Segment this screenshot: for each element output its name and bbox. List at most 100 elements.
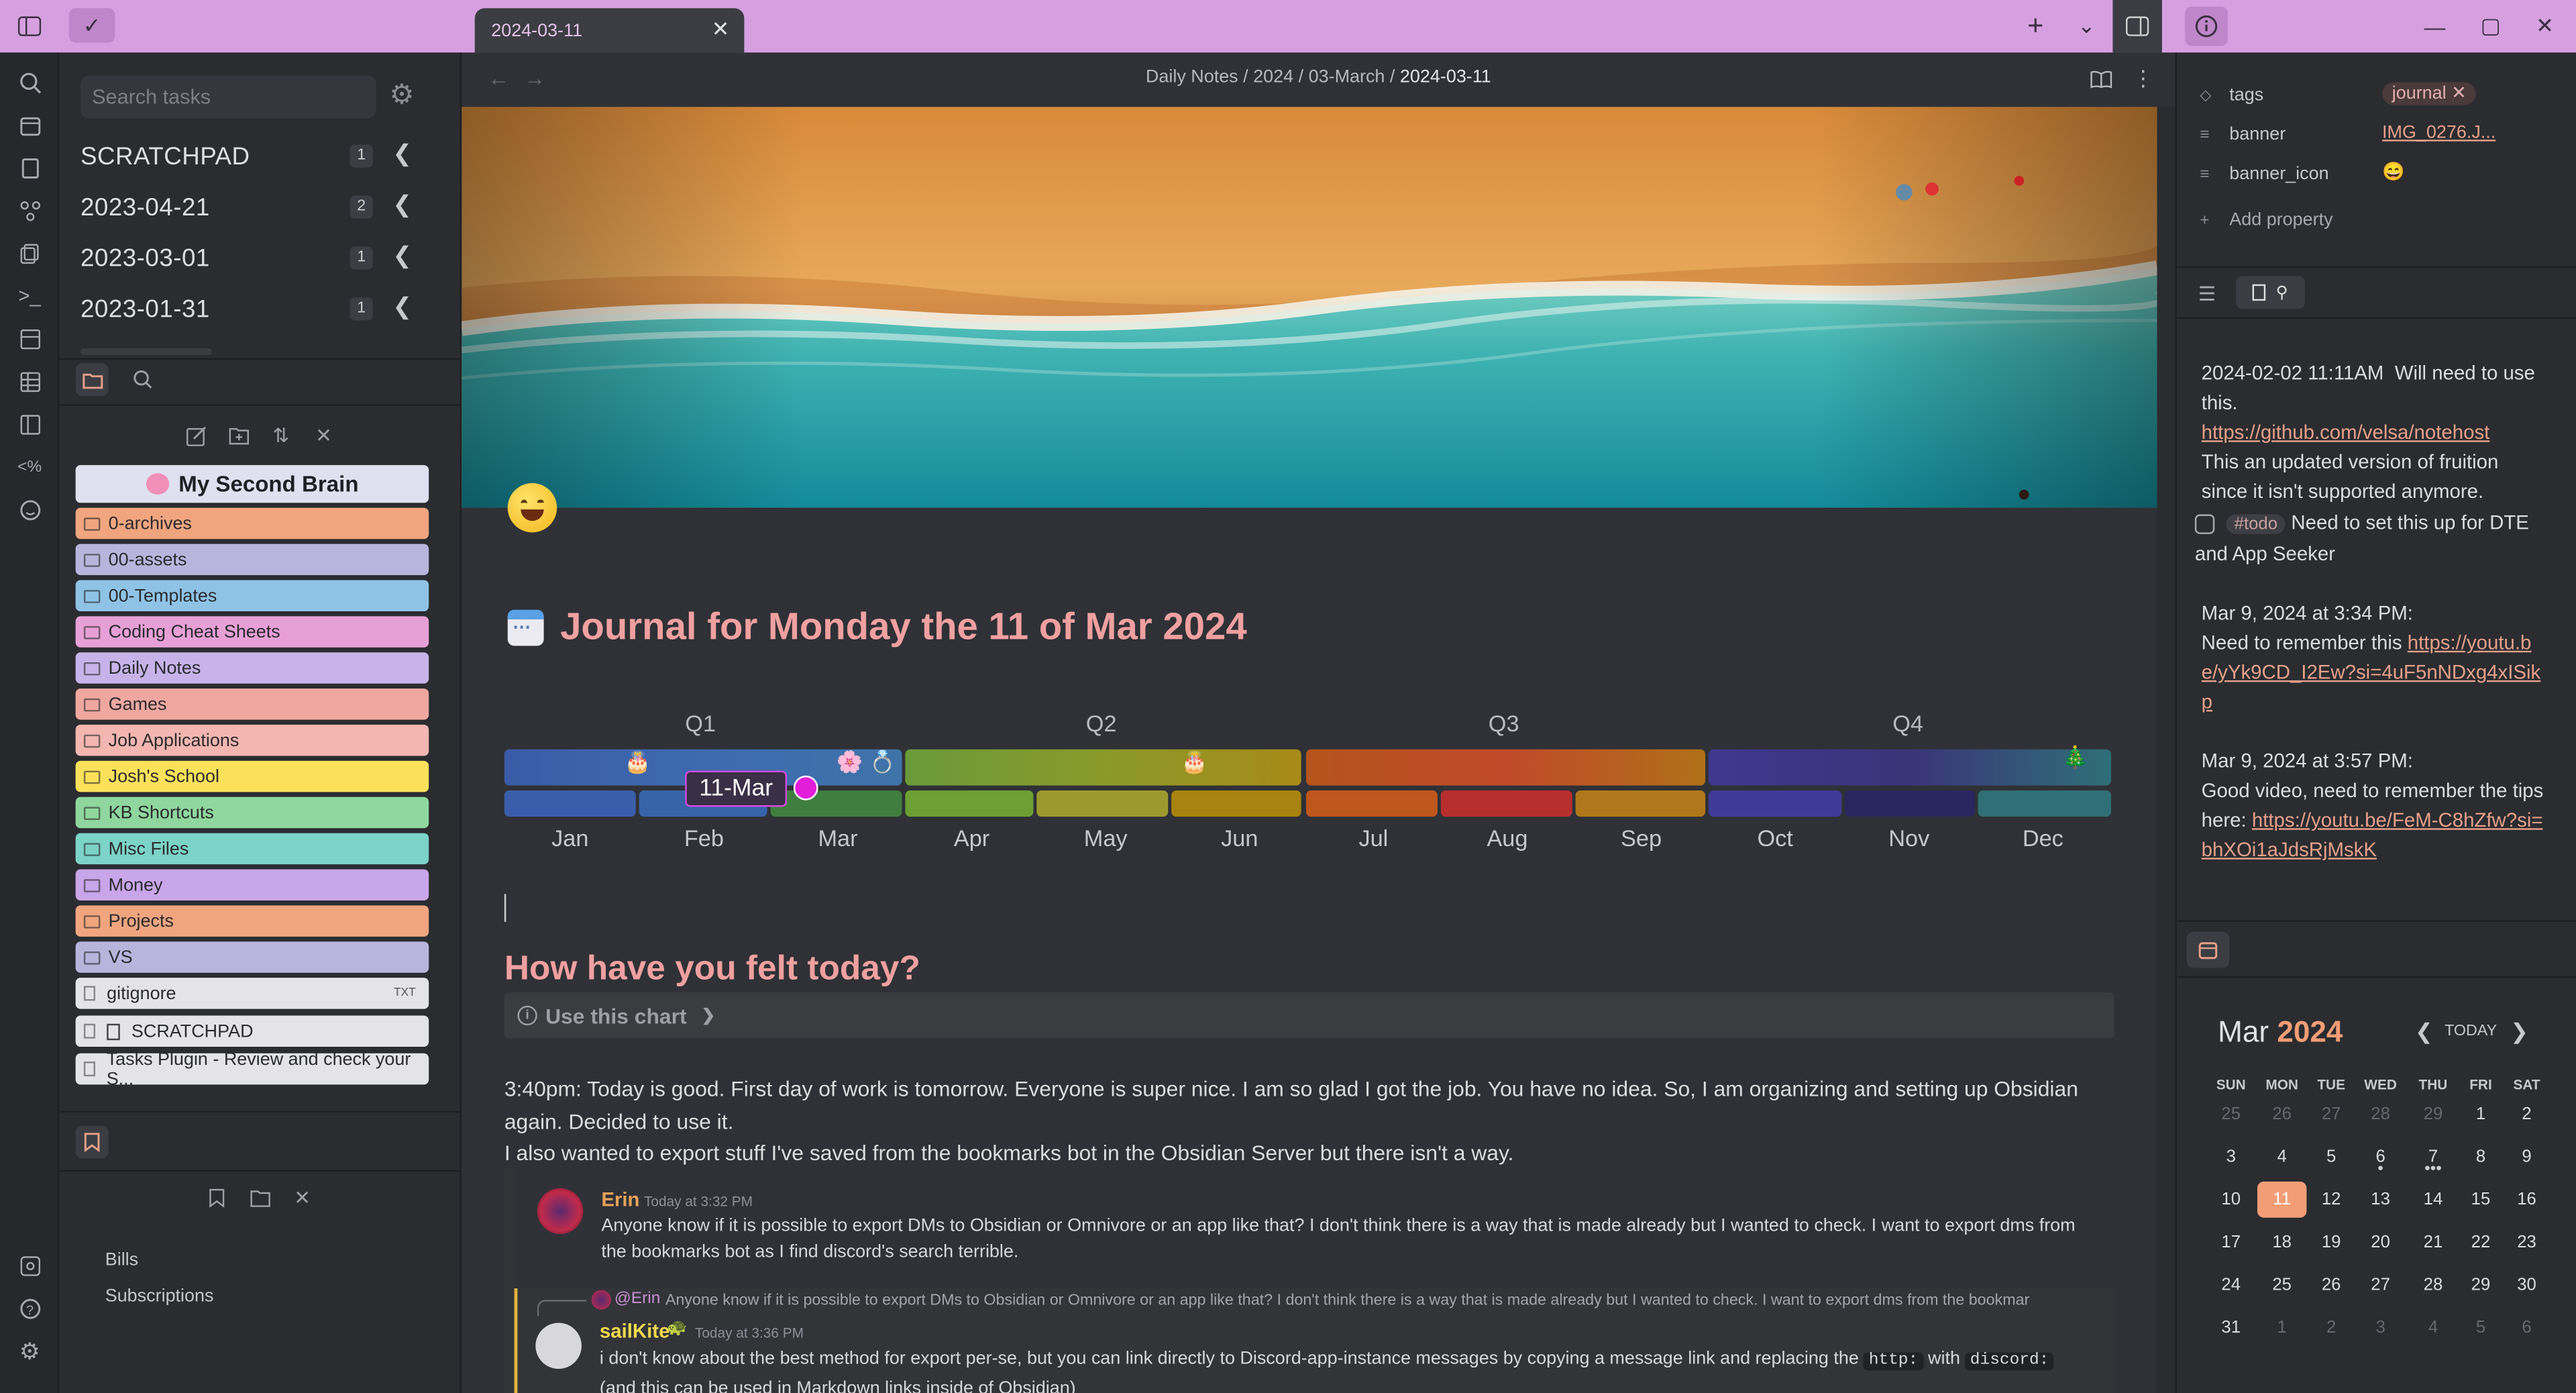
note-link[interactable]: https://youtu.be/FeM-C8hZfw?si=bhXOi1aJd… (2202, 809, 2543, 861)
calendar-day[interactable]: 1 (2456, 1096, 2505, 1132)
property-tags[interactable]: ⬦ tags (2200, 81, 2263, 110)
folder-item[interactable]: Games (75, 688, 429, 720)
calendar-day[interactable]: 23 (2502, 1225, 2551, 1261)
collapse-all-icon[interactable]: ✕ (307, 419, 340, 452)
sidebar-toggle-icon[interactable] (13, 10, 46, 43)
smiley-icon[interactable] (15, 495, 44, 524)
calendar-day[interactable]: 26 (2257, 1096, 2306, 1132)
close-window-icon[interactable]: ✕ (2532, 10, 2558, 43)
tag-pill[interactable]: journal ✕ (2382, 82, 2477, 105)
tab-list-chevron-icon[interactable]: ⌄ (2074, 10, 2100, 43)
task-group-item[interactable]: SCRATCHPAD 1 ❮ (80, 138, 425, 174)
calendar-day[interactable]: 22 (2456, 1225, 2505, 1261)
copy-icon[interactable] (15, 238, 44, 268)
calendar-day[interactable]: 28 (2408, 1267, 2457, 1303)
calendar-day[interactable]: 13 (2356, 1182, 2405, 1218)
task-group-item[interactable]: 2023-04-21 2 ❮ (80, 189, 425, 225)
maximize-icon[interactable]: ▢ (2477, 10, 2504, 43)
calendar-day[interactable]: 2 (2502, 1096, 2551, 1132)
layout-icon[interactable] (15, 323, 44, 353)
graph-view-icon[interactable] (15, 195, 44, 225)
folder-item[interactable]: VS (75, 941, 429, 973)
folder-item[interactable]: Coding Cheat Sheets (75, 616, 429, 648)
calendar-day[interactable]: 12 (2306, 1182, 2355, 1218)
calendar-day[interactable]: 29 (2408, 1096, 2457, 1132)
info-icon[interactable] (2185, 6, 2228, 46)
task-settings-gear-icon[interactable]: ⚙ (389, 79, 414, 112)
folder-item[interactable]: KB Shortcuts (75, 796, 429, 829)
calendar-day[interactable]: 27 (2356, 1267, 2405, 1303)
task-group-item[interactable]: 2023-01-31 1 ❮ (80, 291, 425, 327)
calendar-day[interactable]: 3 (2356, 1310, 2405, 1346)
help-icon[interactable]: ? (15, 1293, 44, 1323)
calendar-day[interactable]: 6 (2502, 1310, 2551, 1346)
bookmark-item[interactable]: Subscriptions (105, 1287, 214, 1306)
bookmarks-tab-icon[interactable] (75, 1125, 109, 1159)
terminal-icon[interactable]: >_ (15, 281, 44, 311)
property-value[interactable]: journal ✕ (2382, 82, 2477, 105)
search-tab-icon[interactable] (127, 363, 160, 396)
calendar-day[interactable]: 27 (2306, 1096, 2355, 1132)
sort-icon[interactable]: ⇅ (264, 419, 297, 452)
folder-item[interactable]: Daily Notes (75, 652, 429, 684)
calendar-day[interactable]: 9 (2502, 1139, 2551, 1175)
calendar-day[interactable]: 25 (2206, 1096, 2255, 1132)
tab-close-icon[interactable]: ✕ (712, 16, 730, 42)
task-group-item[interactable]: 2023-03-01 1 ❮ (80, 240, 425, 276)
folder-item[interactable]: Josh's School (75, 760, 429, 792)
file-item[interactable]: SCRATCHPAD (75, 1015, 429, 1047)
property-value-link[interactable]: IMG_0276.J... (2382, 123, 2496, 143)
file-explorer-tab-icon[interactable] (75, 363, 109, 397)
open-quick-switcher-icon[interactable] (15, 153, 44, 183)
new-bookmark-group-icon[interactable] (243, 1182, 276, 1215)
reading-view-icon[interactable] (2090, 67, 2112, 97)
chevron-left-icon[interactable]: ❮ (2415, 1019, 2433, 1045)
calendar-day[interactable]: 17 (2206, 1225, 2255, 1261)
task-search-input[interactable]: Search tasks (80, 75, 376, 119)
today-button[interactable]: TODAY (2445, 1022, 2497, 1040)
calendar-day[interactable]: 19 (2306, 1225, 2355, 1261)
breadcrumb-part[interactable]: Daily Notes (1146, 67, 1238, 87)
folder-item[interactable]: 00-assets (75, 544, 429, 576)
folder-item[interactable]: Money (75, 869, 429, 901)
calendar-day[interactable]: 20 (2356, 1225, 2405, 1261)
calendar-day[interactable]: 14 (2408, 1182, 2457, 1218)
calendar-tab-icon[interactable] (2186, 931, 2230, 968)
calendar-day[interactable]: 29 (2456, 1267, 2505, 1303)
calendar-icon[interactable] (15, 110, 44, 140)
calendar-day[interactable]: 5 (2306, 1139, 2355, 1175)
calendar-day[interactable]: 18 (2257, 1225, 2306, 1261)
new-note-icon[interactable] (179, 419, 212, 452)
folder-item[interactable]: Projects (75, 905, 429, 937)
folder-item[interactable]: 00-Templates (75, 580, 429, 612)
editor-scrollbar[interactable] (2157, 107, 2176, 1393)
folder-item[interactable]: Misc Files (75, 833, 429, 865)
search-icon[interactable] (15, 67, 44, 97)
bookmark-add-icon[interactable] (201, 1182, 233, 1215)
chevron-left-icon[interactable]: ❮ (392, 293, 412, 321)
settings-gear-icon[interactable]: ⚙ (15, 1336, 44, 1365)
calendar-day[interactable]: 4 (2257, 1139, 2306, 1175)
breadcrumb-part[interactable]: 2024 (1253, 67, 1293, 87)
calendar-day[interactable]: 21 (2408, 1225, 2457, 1261)
outline-list-icon[interactable]: ☰ (2198, 282, 2216, 305)
calendar-day[interactable]: 16 (2502, 1182, 2551, 1218)
callout-use-chart[interactable]: i Use this chart ❯ (504, 992, 2114, 1039)
calendar-day[interactable]: 1 (2257, 1310, 2306, 1346)
add-property-button[interactable]: + Add property (2200, 205, 2332, 235)
property-banner[interactable]: ≡ banner (2200, 120, 2286, 150)
calendar-day[interactable]: 28 (2356, 1096, 2405, 1132)
property-value[interactable]: 😄 (2382, 161, 2405, 182)
remove-tag-icon[interactable]: ✕ (2451, 84, 2467, 103)
file-item[interactable]: gitignore TXT (75, 978, 429, 1009)
new-tab-icon[interactable]: + (2021, 10, 2050, 43)
percent-icon[interactable]: <% (15, 452, 44, 481)
table-icon[interactable] (15, 366, 44, 396)
new-folder-icon[interactable] (222, 419, 255, 452)
folder-item[interactable]: Job Applications (75, 725, 429, 756)
file-item[interactable]: Tasks Plugin - Review and check your S..… (75, 1049, 429, 1088)
calendar-day[interactable]: 2 (2306, 1310, 2355, 1346)
chevron-left-icon[interactable]: ❮ (392, 242, 412, 270)
calendar-day[interactable]: 31 (2206, 1310, 2255, 1346)
breadcrumb-part[interactable]: 03-March (1309, 67, 1385, 87)
